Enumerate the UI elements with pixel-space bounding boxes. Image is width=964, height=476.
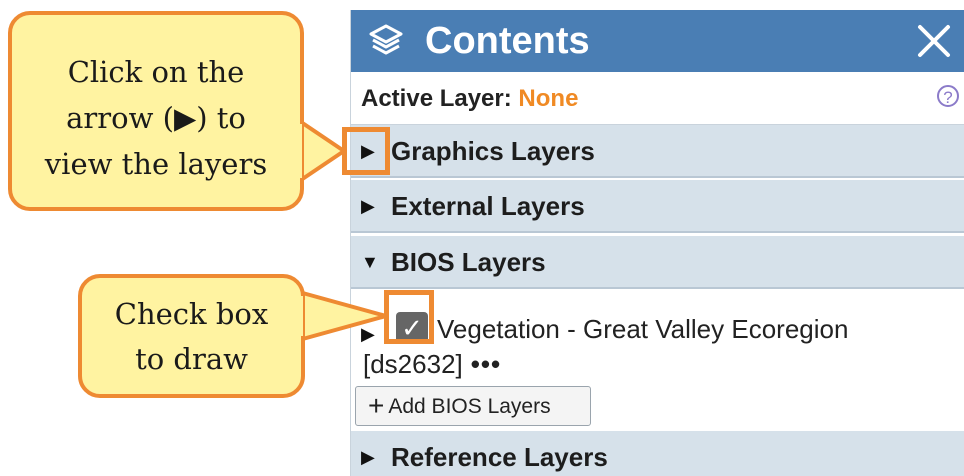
group-label: Graphics Layers <box>391 136 595 166</box>
contents-panel: Contents Active Layer: None ? ▶ Graphics… <box>350 10 964 476</box>
callout-seam <box>294 124 302 178</box>
group-graphics-layers[interactable]: ▶ Graphics Layers <box>351 125 964 178</box>
bios-layers-body: ▶ ✓ Vegetation - Great Valley Ecoregion … <box>351 298 964 428</box>
group-label: BIOS Layers <box>391 247 546 277</box>
close-icon[interactable] <box>917 24 951 58</box>
collapse-arrow-icon[interactable]: ▼ <box>361 249 379 275</box>
more-options-icon[interactable]: ••• <box>471 349 501 379</box>
panel-title: Contents <box>425 20 590 62</box>
add-bios-layers-button[interactable]: + Add BIOS Layers <box>355 386 591 426</box>
callout-arrow-hint: Click on the arrow (▶) to view the layer… <box>8 11 304 211</box>
highlight-checkbox <box>384 290 434 344</box>
group-external-layers[interactable]: ▶ External Layers <box>351 180 964 233</box>
group-label: Reference Layers <box>391 442 608 472</box>
expand-arrow-icon[interactable]: ▶ <box>361 444 375 470</box>
group-reference-layers[interactable]: ▶ Reference Layers <box>351 431 964 476</box>
group-label: External Layers <box>391 191 585 221</box>
layer-id: [ds2632] ••• <box>363 349 502 379</box>
layer-name: Vegetation - Great Valley Ecoregion <box>437 314 849 344</box>
help-icon[interactable]: ? <box>937 85 959 107</box>
layers-stack-icon <box>369 24 403 55</box>
active-layer-row: Active Layer: None ? <box>351 72 964 125</box>
active-layer-value: None <box>518 85 579 112</box>
panel-header: Contents <box>351 10 964 72</box>
callout-checkbox-hint: Check box to draw <box>78 274 305 398</box>
expand-arrow-icon[interactable]: ▶ <box>361 193 375 219</box>
highlight-expand-arrow <box>342 127 390 175</box>
group-bios-layers[interactable]: ▼ BIOS Layers <box>351 236 964 289</box>
layer-expand-arrow-icon[interactable]: ▶ <box>361 321 375 347</box>
plus-icon: + <box>368 390 385 421</box>
callout-seam <box>295 296 303 336</box>
active-layer-label: Active Layer: None <box>361 85 579 112</box>
